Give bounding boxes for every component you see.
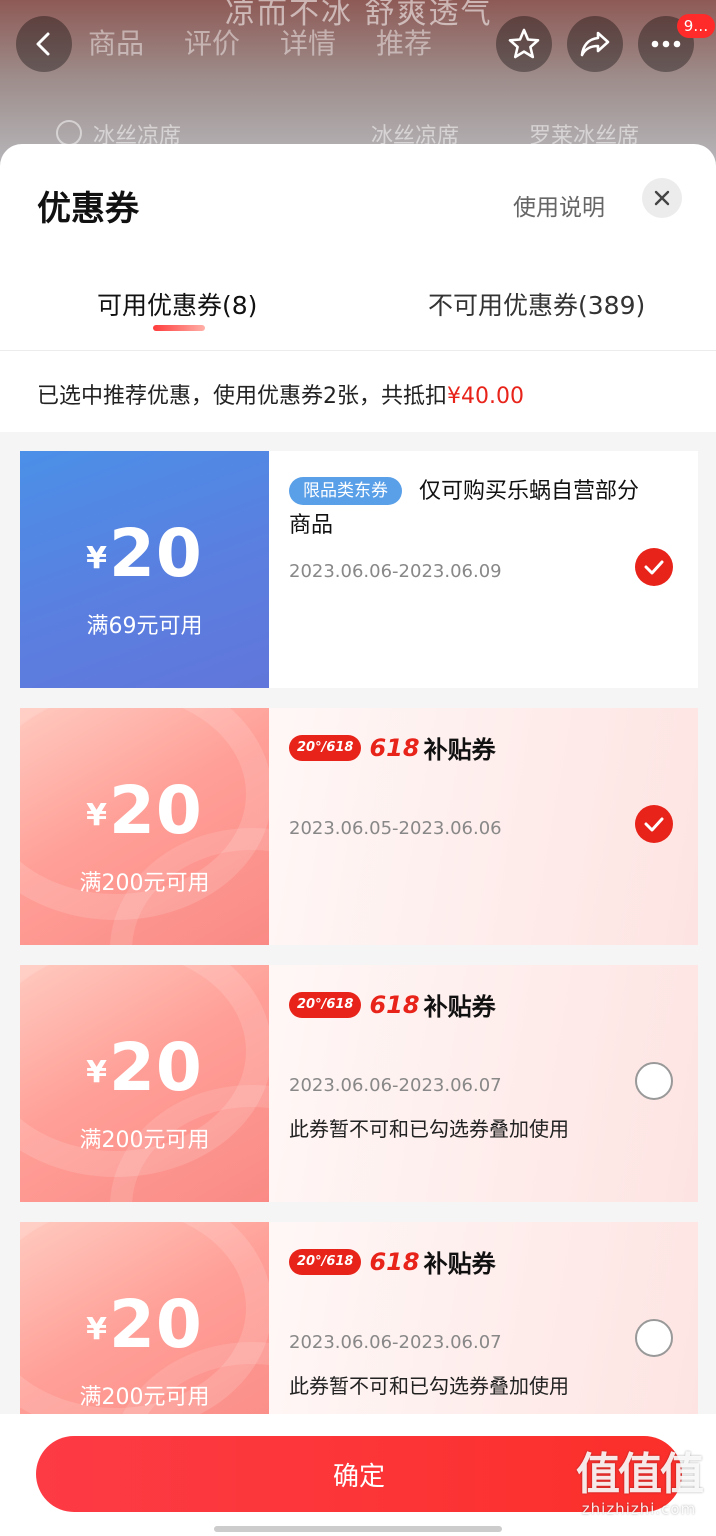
nav-tab-recommend[interactable]: 推荐 <box>376 22 432 62</box>
more-dots-icon <box>651 40 681 48</box>
watermark-url: zhizhizhi.com <box>581 1500 697 1518</box>
coupon-value-panel: ¥20 满200元可用 <box>20 965 269 1202</box>
promo-badge: 20°/618 <box>289 734 362 761</box>
favorite-button[interactable] <box>496 16 552 72</box>
nav-tab-details[interactable]: 详情 <box>280 22 336 62</box>
tab-available-coupons[interactable]: 可用优惠券(8) <box>97 286 257 322</box>
star-icon <box>508 28 540 59</box>
coupon-validity-date: 2023.06.05-2023.06.06 <box>289 818 502 839</box>
chevron-left-icon <box>36 32 50 56</box>
promo-badge: 20°/618 <box>289 1248 362 1275</box>
promo-coupon-type: 补贴券 <box>423 736 496 764</box>
share-button[interactable] <box>567 16 623 72</box>
checkmark-icon <box>644 817 664 832</box>
share-icon <box>580 31 610 57</box>
divider <box>0 350 716 351</box>
sheet-title: 优惠券 <box>37 189 139 229</box>
coupon-amount-value: 20 <box>109 772 203 849</box>
coupon-card[interactable]: ¥20 满200元可用 20°/618 618 补贴券 2023.06.05-2… <box>20 708 698 945</box>
summary-text: 已选中推荐优惠，使用优惠券2张，共抵扣 <box>37 384 447 409</box>
promo-618-text: 618 <box>369 733 420 762</box>
coupon-amount: ¥20 <box>20 515 269 592</box>
coupon-stacking-note: 此券暂不可和已勾选券叠加使用 <box>289 1117 569 1141</box>
coupon-sheet: 优惠券 使用说明 可用优惠券(8) 不可用优惠券(389) 已选中推荐优惠，使用… <box>0 144 716 1536</box>
summary-discount-amount: ¥40.00 <box>447 384 524 409</box>
message-count-badge: 9… <box>677 14 715 38</box>
coupon-checkbox-unchecked[interactable] <box>635 1319 673 1357</box>
product-nav-tabs: 商品 评价 详情 推荐 <box>88 22 432 62</box>
currency-symbol: ¥ <box>86 1312 107 1347</box>
promo-coupon-type: 补贴券 <box>423 993 496 1021</box>
coupon-amount-value: 20 <box>109 1029 203 1106</box>
coupon-amount: ¥20 <box>20 1286 269 1363</box>
tab-unavailable-coupons[interactable]: 不可用优惠券(389) <box>428 286 645 322</box>
coupon-validity-date: 2023.06.06-2023.06.09 <box>289 561 502 582</box>
coupon-value-panel: ¥20 满69元可用 <box>20 451 269 688</box>
watermark-logo: 值值值 <box>576 1449 704 1500</box>
close-icon <box>654 190 670 206</box>
active-tab-indicator <box>153 325 205 331</box>
coupon-amount-value: 20 <box>109 1286 203 1363</box>
promo-618-label: 20°/618 618 补贴券 <box>289 987 496 1022</box>
coupon-checkbox-checked[interactable] <box>635 805 673 843</box>
coupon-value-panel: ¥20 满200元可用 <box>20 708 269 945</box>
nav-tab-reviews[interactable]: 评价 <box>184 22 240 62</box>
selection-summary: 已选中推荐优惠，使用优惠券2张，共抵扣¥40.00 <box>37 378 524 410</box>
coupon-validity-date: 2023.06.06-2023.06.07 <box>289 1075 502 1096</box>
promo-coupon-type: 补贴券 <box>423 1250 496 1278</box>
site-watermark: 值值值 zhizhizhi.com <box>566 1449 712 1519</box>
coupon-list[interactable]: ¥20 满69元可用 仅可购买乐蜗自营部分商品 限品类东券 2023.06.06… <box>0 432 716 1459</box>
coupon-validity-date: 2023.06.06-2023.06.07 <box>289 1332 502 1353</box>
checkmark-icon <box>644 560 664 575</box>
coupon-category-tag: 限品类东券 <box>289 477 402 505</box>
promo-badge: 20°/618 <box>289 991 362 1018</box>
coupon-card[interactable]: ¥20 满69元可用 仅可购买乐蜗自营部分商品 限品类东券 2023.06.06… <box>20 451 698 688</box>
coupon-amount: ¥20 <box>20 1029 269 1106</box>
coupon-checkbox-checked[interactable] <box>635 548 673 586</box>
coupon-checkbox-unchecked[interactable] <box>635 1062 673 1100</box>
back-button[interactable] <box>16 16 72 72</box>
coupon-amount-value: 20 <box>109 515 203 592</box>
close-button[interactable] <box>642 178 682 218</box>
coupon-threshold: 满200元可用 <box>79 1128 210 1153</box>
coupon-threshold: 满200元可用 <box>79 871 210 896</box>
nav-tab-goods[interactable]: 商品 <box>88 22 144 62</box>
currency-symbol: ¥ <box>86 798 107 833</box>
promo-618-text: 618 <box>369 1247 420 1276</box>
coupon-threshold: 满200元可用 <box>79 1385 210 1410</box>
coupon-threshold: 满69元可用 <box>86 614 203 639</box>
currency-symbol: ¥ <box>86 1055 107 1090</box>
usage-instructions-link[interactable]: 使用说明 <box>513 188 605 222</box>
promo-618-text: 618 <box>369 990 420 1019</box>
home-indicator <box>214 1526 502 1532</box>
coupon-card[interactable]: ¥20 满200元可用 20°/618 618 补贴券 2023.06.06-2… <box>20 965 698 1202</box>
promo-618-label: 20°/618 618 补贴券 <box>289 1244 496 1279</box>
promo-618-label: 20°/618 618 补贴券 <box>289 730 496 765</box>
coupon-stacking-note: 此券暂不可和已勾选券叠加使用 <box>289 1374 569 1398</box>
currency-symbol: ¥ <box>86 541 107 576</box>
coupon-amount: ¥20 <box>20 772 269 849</box>
